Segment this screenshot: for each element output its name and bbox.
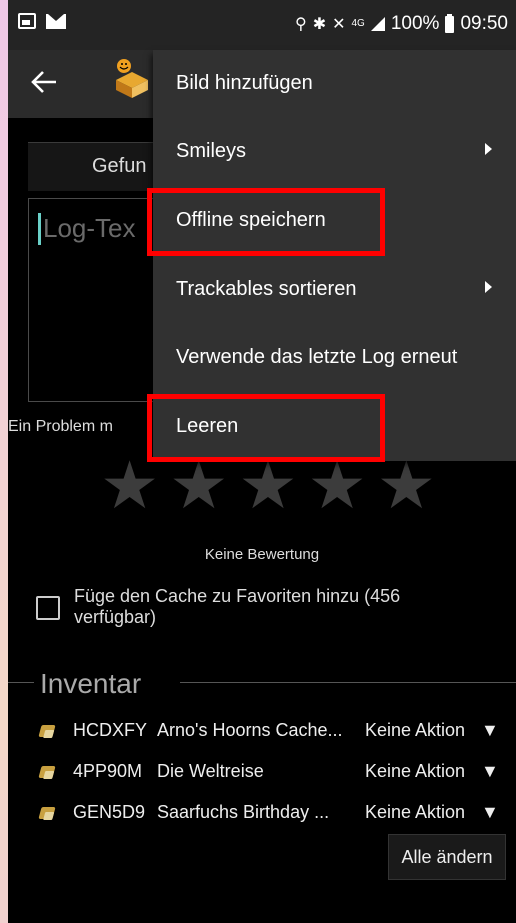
- submenu-arrow-icon: [485, 143, 492, 155]
- mute-icon: ✕: [332, 16, 346, 33]
- location-icon: ⚲: [294, 16, 307, 33]
- image-notification-icon: [18, 13, 36, 29]
- trackable-name: Saarfuchs Birthday ...: [157, 802, 330, 822]
- list-item[interactable]: 4PP90M Die Weltreise Keine Aktion ▼: [8, 761, 516, 797]
- menu-item-label: Bild hinzufügen: [176, 72, 313, 94]
- clock: 09:50: [460, 13, 508, 34]
- mail-notification-icon: [46, 14, 66, 29]
- bluetooth-icon: ✱: [312, 16, 327, 33]
- divider: [180, 682, 516, 683]
- action-dropdown[interactable]: Keine Aktion: [365, 802, 465, 823]
- trackable-icon: [38, 766, 56, 778]
- phone-screen: ⚲ ✱ ✕ 4G 100% 09:50 Gefun Log-Tex Ein Pr…: [8, 0, 516, 923]
- trackable-name: Die Weltreise: [157, 761, 264, 781]
- trackable-icon: [38, 807, 56, 819]
- trackable-code: 4PP90M: [73, 761, 143, 781]
- trackable-name: Arno's Hoorns Cache...: [157, 720, 343, 740]
- menu-item-label: Verwende das letzte Log erneut: [176, 346, 458, 368]
- network-type: 4G: [351, 18, 365, 29]
- inventory-title: Inventar: [40, 668, 142, 699]
- dropdown-arrow-icon[interactable]: ▼: [481, 802, 499, 823]
- trackable-code: GEN5D9: [73, 802, 146, 822]
- menu-item-smileys[interactable]: Smileys: [153, 118, 516, 186]
- battery-icon: [445, 13, 455, 33]
- text-cursor: [38, 213, 41, 245]
- trackable-code: HCDXFY: [73, 720, 148, 740]
- rating-label: Keine Bewertung: [204, 546, 320, 563]
- problem-report-label[interactable]: Ein Problem m: [8, 418, 113, 436]
- list-item[interactable]: HCDXFY Arno's Hoorns Cache... Keine Akti…: [8, 720, 516, 756]
- menu-item-add-image[interactable]: Bild hinzufügen: [153, 50, 516, 118]
- favorite-checkbox[interactable]: [36, 596, 60, 620]
- action-dropdown[interactable]: Keine Aktion: [365, 720, 465, 741]
- trackable-icon: [38, 725, 56, 737]
- menu-item-label: Smileys: [176, 140, 247, 162]
- status-bar: ⚲ ✱ ✕ 4G 100% 09:50: [8, 0, 516, 50]
- dropdown-arrow-icon[interactable]: ▼: [481, 720, 499, 741]
- action-dropdown[interactable]: Keine Aktion: [365, 761, 465, 782]
- log-type-label: Gefun: [92, 155, 147, 177]
- favorite-label: Füge den Cache zu Favoriten hinzu (456 v…: [74, 586, 401, 627]
- arrow-left-icon[interactable]: [30, 68, 58, 96]
- submenu-arrow-icon: [485, 281, 492, 293]
- signal-icon: [370, 17, 385, 31]
- log-text-placeholder: Log-Tex: [43, 213, 136, 243]
- cache-box-icon: [116, 59, 148, 98]
- highlight-box: [147, 188, 385, 256]
- menu-item-sort-trackables[interactable]: Trackables sortieren: [153, 256, 516, 324]
- highlight-box: [147, 394, 385, 462]
- battery-percent: 100%: [390, 13, 440, 34]
- change-all-button[interactable]: Alle ändern: [388, 834, 506, 880]
- menu-item-reuse-last-log[interactable]: Verwende das letzte Log erneut: [153, 324, 516, 392]
- list-item[interactable]: GEN5D9 Saarfuchs Birthday ... Keine Akti…: [8, 802, 516, 838]
- dropdown-arrow-icon[interactable]: ▼: [481, 761, 499, 782]
- divider: [8, 682, 34, 683]
- star-icon[interactable]: ★: [377, 452, 436, 518]
- menu-item-label: Trackables sortieren: [176, 278, 357, 300]
